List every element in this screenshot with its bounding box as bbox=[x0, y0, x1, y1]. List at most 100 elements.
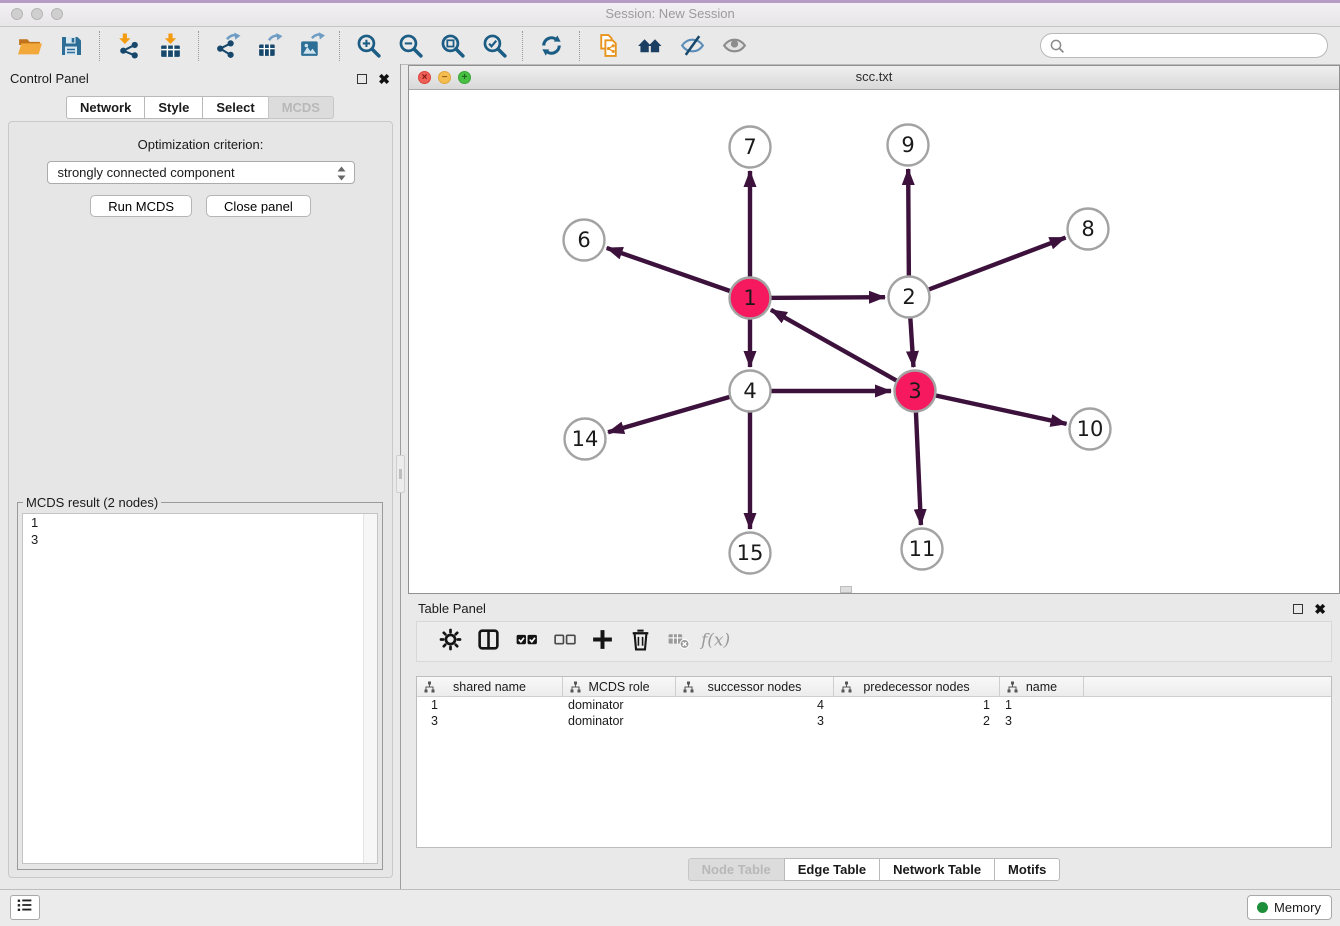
window-controls[interactable] bbox=[11, 8, 63, 20]
select-all-columns-button[interactable] bbox=[507, 627, 545, 657]
zoom-selected-button[interactable] bbox=[473, 31, 515, 61]
node-6[interactable]: 6 bbox=[564, 220, 605, 261]
float-table-panel-icon[interactable] bbox=[1293, 604, 1303, 614]
refresh-layout-button[interactable] bbox=[530, 31, 572, 61]
zoom-fit-button[interactable] bbox=[431, 31, 473, 61]
table-row[interactable]: 1dominator411 bbox=[417, 697, 1331, 713]
ndex-icon bbox=[595, 32, 622, 59]
node-4[interactable]: 4 bbox=[730, 371, 771, 412]
control-panel: Control Panel ✖ NetworkStyleSelectMCDS O… bbox=[0, 64, 401, 890]
mcds-result-legend: MCDS result (2 nodes) bbox=[23, 495, 161, 510]
table-cell: 1 bbox=[834, 697, 1000, 713]
tab-mcds[interactable]: MCDS bbox=[268, 96, 334, 119]
column-header-MCDS-role[interactable]: MCDS role bbox=[563, 677, 676, 696]
criterion-select[interactable]: strongly connected component bbox=[47, 161, 355, 184]
vertical-split-grip[interactable] bbox=[396, 455, 405, 493]
table-panel: Table Panel ✖ f(x) shared nameMCDS roles… bbox=[408, 594, 1340, 888]
node-9[interactable]: 9 bbox=[888, 125, 929, 166]
tab-network[interactable]: Network bbox=[66, 96, 145, 119]
delete-table-button bbox=[659, 627, 697, 657]
ndex-import-button[interactable] bbox=[587, 31, 629, 61]
tab-node-table[interactable]: Node Table bbox=[688, 858, 785, 881]
tree-sort-icon bbox=[1006, 681, 1019, 696]
node-7[interactable]: 7 bbox=[730, 127, 771, 168]
close-panel-button[interactable]: Close panel bbox=[206, 195, 311, 217]
network-graph[interactable]: 7 9 6 8 1 2 4 3 14 10 15 11 bbox=[409, 89, 1339, 593]
column-label: name bbox=[1026, 680, 1057, 694]
import-network-button[interactable] bbox=[107, 31, 149, 61]
node-1[interactable]: 1 bbox=[730, 278, 771, 319]
status-bar: Memory bbox=[0, 889, 1340, 926]
node-15[interactable]: 15 bbox=[730, 533, 771, 574]
svg-text:7: 7 bbox=[743, 135, 756, 159]
eye-show-icon bbox=[721, 32, 748, 59]
import-network-icon bbox=[115, 32, 142, 59]
tab-style[interactable]: Style bbox=[144, 96, 203, 119]
open-session-button[interactable] bbox=[8, 31, 50, 61]
node-11[interactable]: 11 bbox=[902, 529, 943, 570]
node-14[interactable]: 14 bbox=[565, 419, 606, 460]
close-table-panel-icon[interactable]: ✖ bbox=[1314, 604, 1326, 614]
save-icon bbox=[58, 33, 84, 59]
title-bar: Session: New Session bbox=[0, 0, 1340, 27]
show-panels-button[interactable] bbox=[713, 31, 755, 61]
network-close-icon[interactable]: × bbox=[418, 71, 431, 84]
svg-text:8: 8 bbox=[1081, 217, 1094, 241]
edge-3-1[interactable] bbox=[771, 310, 915, 391]
uncheck-all-icon bbox=[552, 627, 577, 657]
edge-3-10[interactable] bbox=[915, 391, 1067, 424]
network-minimize-icon[interactable]: − bbox=[438, 71, 451, 84]
node-3[interactable]: 3 bbox=[895, 371, 936, 412]
search-input[interactable] bbox=[1040, 33, 1328, 58]
import-table-button[interactable] bbox=[149, 31, 191, 61]
delete-columns-button[interactable] bbox=[621, 627, 659, 657]
column-header-successor-nodes[interactable]: successor nodes bbox=[676, 677, 834, 696]
unselect-all-columns-button[interactable] bbox=[545, 627, 583, 657]
create-column-button[interactable] bbox=[583, 627, 621, 657]
table-row[interactable]: 3dominator323 bbox=[417, 713, 1331, 729]
mcds-panel: Optimization criterion: strongly connect… bbox=[8, 121, 393, 878]
node-10[interactable]: 10 bbox=[1070, 409, 1111, 450]
node-2[interactable]: 2 bbox=[889, 277, 930, 318]
show-panel-list-button[interactable] bbox=[10, 895, 40, 920]
tab-edge-table[interactable]: Edge Table bbox=[784, 858, 880, 881]
export-table-button[interactable] bbox=[248, 31, 290, 61]
table-cell: 3 bbox=[417, 713, 563, 729]
window-minimize-icon[interactable] bbox=[31, 8, 43, 20]
edge-1-6[interactable] bbox=[607, 248, 750, 298]
table-toolbar: f(x) bbox=[416, 621, 1332, 662]
export-image-button[interactable] bbox=[290, 31, 332, 61]
tab-motifs[interactable]: Motifs bbox=[994, 858, 1060, 881]
edge-4-14[interactable] bbox=[608, 391, 750, 432]
show-column-panel-button[interactable] bbox=[469, 627, 507, 657]
table-cell: 1 bbox=[417, 697, 563, 713]
zoom-in-button[interactable] bbox=[347, 31, 389, 61]
app-title: Session: New Session bbox=[0, 3, 1340, 25]
table-options-button[interactable] bbox=[431, 627, 469, 657]
run-mcds-button[interactable]: Run MCDS bbox=[90, 195, 192, 217]
zoom-out-button[interactable] bbox=[389, 31, 431, 61]
export-network-button[interactable] bbox=[206, 31, 248, 61]
edge-2-8[interactable] bbox=[909, 238, 1066, 297]
window-zoom-icon[interactable] bbox=[51, 8, 63, 20]
window-close-icon[interactable] bbox=[11, 8, 23, 20]
close-panel-icon[interactable]: ✖ bbox=[378, 74, 390, 84]
open-folder-icon bbox=[16, 32, 43, 59]
result-scrollbar[interactable] bbox=[363, 514, 377, 863]
memory-button[interactable]: Memory bbox=[1247, 895, 1332, 920]
hide-panels-button[interactable] bbox=[671, 31, 713, 61]
home-button[interactable] bbox=[629, 31, 671, 61]
network-maximize-icon[interactable]: + bbox=[458, 71, 471, 84]
graph-canvas[interactable]: 7 9 6 8 1 2 4 3 14 10 15 11 bbox=[409, 89, 1339, 593]
node-8[interactable]: 8 bbox=[1068, 209, 1109, 250]
tab-network-table[interactable]: Network Table bbox=[879, 858, 995, 881]
horizontal-split-grip[interactable] bbox=[840, 586, 852, 593]
column-header-name[interactable]: name bbox=[1000, 677, 1084, 696]
column-header-predecessor-nodes[interactable]: predecessor nodes bbox=[834, 677, 1000, 696]
network-title: scc.txt bbox=[409, 66, 1339, 88]
tab-select[interactable]: Select bbox=[202, 96, 268, 119]
float-panel-icon[interactable] bbox=[357, 74, 367, 84]
network-window-titlebar[interactable]: × − + scc.txt bbox=[409, 66, 1339, 90]
column-header-shared-name[interactable]: shared name bbox=[417, 677, 563, 696]
save-session-button[interactable] bbox=[50, 31, 92, 61]
